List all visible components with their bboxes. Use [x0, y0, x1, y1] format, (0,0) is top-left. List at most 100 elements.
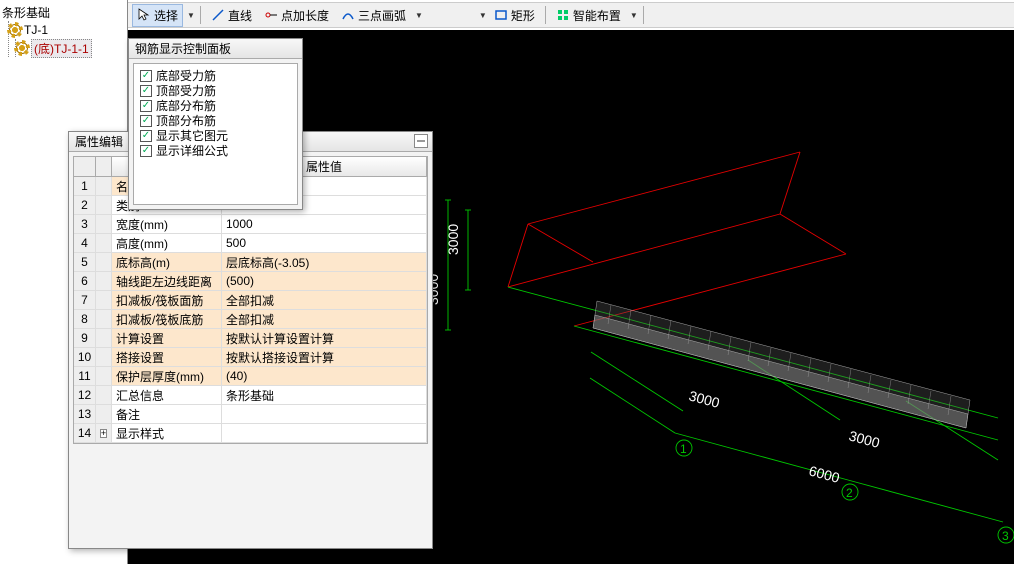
prop-name: 高度(mm)	[112, 234, 222, 252]
smart-label: 智能布置	[573, 7, 621, 24]
tree-item-tj1[interactable]: TJ-1	[9, 21, 125, 39]
table-row[interactable]: 13 备注	[74, 405, 427, 424]
expand-icon[interactable]: +	[100, 429, 107, 438]
rect-tool[interactable]: 矩形	[489, 4, 540, 27]
table-row[interactable]: 12 汇总信息条形基础	[74, 386, 427, 405]
prop-value[interactable]: 500	[222, 234, 427, 252]
panel-titlebar[interactable]: 钢筋显示控制面板	[129, 39, 302, 59]
row-number: 3	[74, 215, 96, 233]
checkbox-icon: ✓	[140, 85, 152, 97]
row-number: 10	[74, 348, 96, 366]
checkbox-item[interactable]: ✓顶部受力筋	[140, 83, 291, 98]
row-number: 13	[74, 405, 96, 423]
arc-icon	[341, 8, 355, 22]
checkbox-item[interactable]: ✓底部受力筋	[140, 68, 291, 83]
prop-name: 轴线距左边线距离	[112, 272, 222, 290]
tree-label: TJ-1	[24, 23, 48, 37]
point-length-tool[interactable]: 点加长度	[259, 4, 334, 27]
prop-value[interactable]: 按默认搭接设置计算	[222, 348, 427, 366]
row-number: 8	[74, 310, 96, 328]
row-number: 7	[74, 291, 96, 309]
checkbox-item[interactable]: ✓ 显示详细公式	[140, 143, 291, 158]
table-row[interactable]: 11 保护层厚度(mm)(40)	[74, 367, 427, 386]
prop-name: 宽度(mm)	[112, 215, 222, 233]
prop-name: 底标高(m)	[112, 253, 222, 271]
table-row[interactable]: 14+显示样式	[74, 424, 427, 443]
panel-title: 属性编辑	[75, 133, 123, 150]
arc-label: 三点画弧	[358, 7, 406, 24]
cursor-icon	[137, 8, 151, 22]
arc-tool[interactable]: 三点画弧	[336, 4, 411, 27]
row-number: 12	[74, 386, 96, 404]
rect-icon	[494, 8, 508, 22]
line-icon	[211, 8, 225, 22]
dim-text: 3000	[847, 427, 881, 451]
select-tool[interactable]: 选择	[132, 4, 183, 27]
close-button[interactable]	[414, 134, 428, 148]
line-label: 直线	[228, 7, 252, 24]
rebar-display-panel: 钢筋显示控制面板 ✓底部受力筋✓顶部受力筋✓底部分布筋✓顶部分布筋✓显示其它图元…	[128, 38, 303, 210]
prop-value[interactable]: 全部扣减	[222, 291, 427, 309]
prop-name: 显示样式	[112, 424, 222, 442]
close-icon	[417, 137, 425, 145]
prop-name: 备注	[112, 405, 222, 423]
bubble-text: 2	[846, 486, 853, 500]
row-number: 2	[74, 196, 96, 214]
gear-icon	[9, 24, 21, 36]
prop-value[interactable]: 层底标高(-3.05)	[222, 253, 427, 271]
prop-value[interactable]: 按默认计算设置计算	[222, 329, 427, 347]
prop-value[interactable]	[222, 424, 427, 442]
dropdown-icon[interactable]: ▼	[479, 11, 487, 20]
gear-icon	[16, 42, 28, 54]
tree-label: (底)TJ-1-1	[31, 39, 92, 58]
row-number: 4	[74, 234, 96, 252]
row-number: 9	[74, 329, 96, 347]
prop-value[interactable]: 全部扣减	[222, 310, 427, 328]
tree-item-root[interactable]: 条形基础	[2, 3, 125, 21]
prop-name: 汇总信息	[112, 386, 222, 404]
bubble-text: 1	[680, 442, 687, 456]
dim-text: 3000	[687, 387, 721, 411]
checkbox-item[interactable]: ✓底部分布筋	[140, 98, 291, 113]
bubble-text: 3	[1002, 529, 1009, 543]
rect-label: 矩形	[511, 7, 535, 24]
prop-name: 保护层厚度(mm)	[112, 367, 222, 385]
checkbox-icon: ✓	[140, 145, 152, 157]
prop-value[interactable]: (500)	[222, 272, 427, 290]
select-label: 选择	[154, 7, 178, 24]
checkbox-label: 显示详细公式	[156, 142, 228, 159]
row-number: 11	[74, 367, 96, 385]
dim-text: 6000	[807, 462, 841, 486]
dim-text: 3000	[445, 224, 461, 255]
table-row[interactable]: 3 宽度(mm)1000	[74, 215, 427, 234]
dropdown-icon[interactable]: ▼	[415, 11, 423, 20]
checkbox-item[interactable]: ✓顶部分布筋	[140, 113, 291, 128]
prop-name: 扣减板/筏板底筋	[112, 310, 222, 328]
tree-item-tj1-1[interactable]: (底)TJ-1-1	[16, 39, 125, 57]
table-row[interactable]: 8 扣减板/筏板底筋全部扣减	[74, 310, 427, 329]
checkbox-item[interactable]: ✓显示其它图元	[140, 128, 291, 143]
table-row[interactable]: 4 高度(mm)500	[74, 234, 427, 253]
table-row[interactable]: 6轴线距左边线距离(500)	[74, 272, 427, 291]
dropdown-icon[interactable]: ▼	[630, 11, 638, 20]
point-label: 点加长度	[281, 7, 329, 24]
smart-layout-tool[interactable]: 智能布置	[551, 4, 626, 27]
prop-value[interactable]: 1000	[222, 215, 427, 233]
prop-value[interactable]: (40)	[222, 367, 427, 385]
checkbox-icon: ✓	[140, 70, 152, 82]
row-number: 5	[74, 253, 96, 271]
table-row[interactable]: 10搭接设置按默认搭接设置计算	[74, 348, 427, 367]
prop-value[interactable]: 条形基础	[222, 386, 427, 404]
line-tool[interactable]: 直线	[206, 4, 257, 27]
panel-title: 钢筋显示控制面板	[135, 40, 231, 57]
table-row[interactable]: 9计算设置按默认计算设置计算	[74, 329, 427, 348]
table-row[interactable]: 7扣减板/筏板面筋全部扣减	[74, 291, 427, 310]
checkbox-icon: ✓	[140, 130, 152, 142]
point-icon	[264, 8, 278, 22]
toolbar: 选择 ▼ 直线 点加长度 三点画弧 ▼ ▼ 矩形 智能布置 ▼	[128, 2, 1014, 28]
tree-label: 条形基础	[2, 4, 50, 21]
prop-value[interactable]	[222, 405, 427, 423]
table-row[interactable]: 5 底标高(m)层底标高(-3.05)	[74, 253, 427, 272]
dropdown-icon[interactable]: ▼	[187, 11, 195, 20]
checkbox-icon: ✓	[140, 100, 152, 112]
